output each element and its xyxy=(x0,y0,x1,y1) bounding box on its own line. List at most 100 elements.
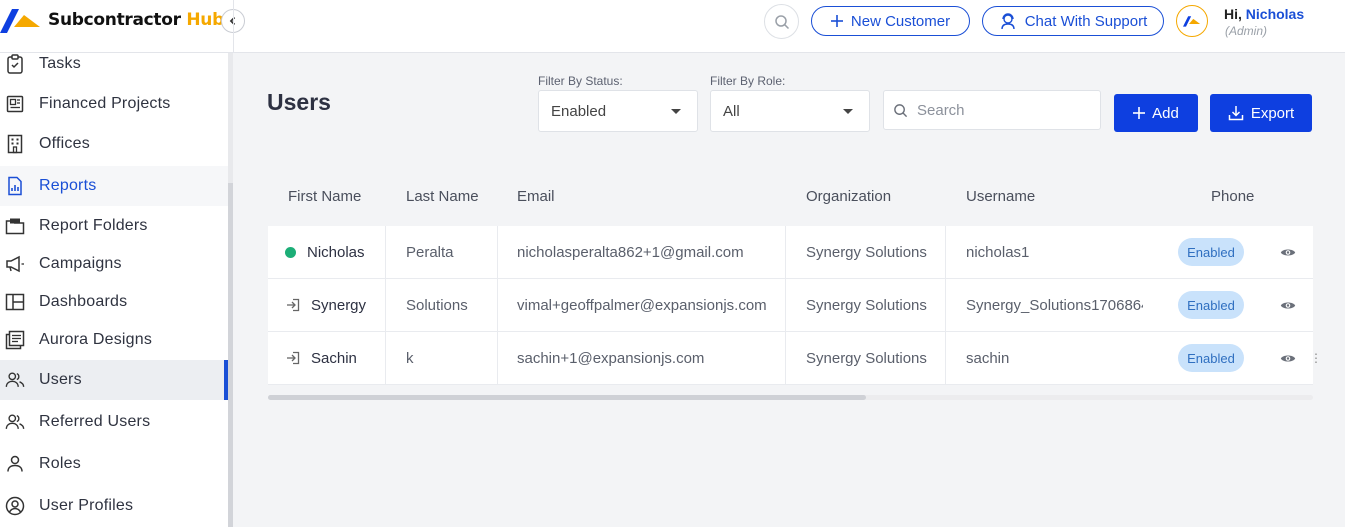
logo-mark-icon xyxy=(0,7,42,33)
sidebar-item-label: Offices xyxy=(39,135,90,152)
support-agent-icon xyxy=(1001,13,1015,30)
user-profile-icon xyxy=(5,496,25,516)
filter-status-select[interactable]: Enabled xyxy=(538,90,698,132)
users-table: Nicholas Peralta nicholasperalta862+1@gm… xyxy=(268,226,1313,385)
export-button[interactable]: Export xyxy=(1210,94,1312,132)
column-divider xyxy=(497,279,498,331)
sidebar-item-user-profiles[interactable]: User Profiles xyxy=(0,486,228,526)
column-header-first-name[interactable]: First Name xyxy=(288,188,361,205)
global-search-button[interactable] xyxy=(764,4,799,39)
sidebar-item-label: Report Folders xyxy=(39,217,148,234)
sidebar-item-campaigns[interactable]: Campaigns xyxy=(0,244,228,284)
add-user-button[interactable]: Add xyxy=(1114,94,1198,132)
sidebar-item-report-folders[interactable]: Report Folders xyxy=(0,206,228,246)
first-name-cell: Nicholas xyxy=(268,226,385,278)
page-title: Users xyxy=(267,89,331,115)
sidebar-item-users[interactable]: Users xyxy=(0,360,228,400)
user-icon xyxy=(5,454,25,474)
table-horizontal-scrollbar-thumb[interactable] xyxy=(268,395,866,400)
column-divider xyxy=(497,332,498,384)
view-eye-icon[interactable] xyxy=(1280,350,1296,366)
login-icon xyxy=(286,351,300,365)
sidebar-item-aurora-designs[interactable]: Aurora Designs xyxy=(0,320,228,360)
table-row[interactable]: Sachin k sachin+1@expansionjs.com Synerg… xyxy=(268,332,1313,385)
dashboard-icon xyxy=(5,292,25,312)
filter-status-value: Enabled xyxy=(551,102,607,120)
users-icon xyxy=(5,370,25,390)
sidebar-item-roles[interactable]: Roles xyxy=(0,444,228,484)
table-row[interactable]: Nicholas Peralta nicholasperalta862+1@gm… xyxy=(268,226,1313,279)
view-eye-icon[interactable] xyxy=(1280,297,1296,313)
column-header-organization[interactable]: Organization xyxy=(806,188,891,205)
filter-role-select[interactable]: All xyxy=(710,90,870,132)
online-status-dot xyxy=(285,246,296,258)
report-chart-icon xyxy=(5,176,25,196)
sidebar-item-label: Reports xyxy=(39,177,97,194)
filter-status-label: Filter By Status: xyxy=(538,74,623,88)
column-divider xyxy=(385,226,386,278)
plus-icon xyxy=(1133,107,1146,119)
search-field[interactable] xyxy=(883,90,1101,130)
organization-cell: Synergy Solutions xyxy=(806,296,927,314)
column-header-phone[interactable]: Phone xyxy=(1211,188,1254,205)
table-row[interactable]: Synergy Solutions vimal+geoffpalmer@expa… xyxy=(268,279,1313,332)
sidebar-item-financed-projects[interactable]: Financed Projects xyxy=(0,84,228,124)
building-icon xyxy=(5,134,25,154)
plus-icon xyxy=(830,15,843,27)
user-role: (Admin) xyxy=(1225,24,1268,38)
brand-logo[interactable]: Subcontractor Hub xyxy=(0,6,224,34)
user-greeting[interactable]: Hi, Nicholas xyxy=(1224,6,1304,22)
sidebar-item-label: Financed Projects xyxy=(39,95,171,112)
column-divider xyxy=(785,332,786,384)
sidebar-item-offices[interactable]: Offices xyxy=(0,124,228,164)
last-name-cell: k xyxy=(406,349,414,367)
caret-down-icon xyxy=(671,109,681,114)
sidebar-item-label: Campaigns xyxy=(39,255,122,272)
export-label: Export xyxy=(1250,104,1295,122)
chat-support-label: Chat With Support xyxy=(1024,12,1148,30)
design-document-icon xyxy=(5,330,25,350)
filter-role-label: Filter By Role: xyxy=(710,74,786,88)
organization-cell: Synergy Solutions xyxy=(806,243,927,261)
organization-cell: Synergy Solutions xyxy=(806,349,927,367)
username-cell: nicholas1 xyxy=(966,243,1030,261)
column-header-username[interactable]: Username xyxy=(966,188,1035,205)
folder-icon xyxy=(5,216,25,236)
download-icon xyxy=(1228,106,1244,121)
filter-role-value: All xyxy=(723,102,740,120)
status-badge: Enabled xyxy=(1178,344,1244,372)
column-header-email[interactable]: Email xyxy=(517,188,555,205)
username-cell: sachin xyxy=(966,349,1010,367)
first-name-cell: Synergy xyxy=(268,279,385,331)
sidebar-item-label: Roles xyxy=(39,455,81,472)
column-divider xyxy=(945,332,946,384)
sidebar-item-reports[interactable]: Reports xyxy=(0,166,228,206)
referred-users-icon xyxy=(5,412,25,432)
avatar[interactable] xyxy=(1176,5,1208,37)
search-input[interactable] xyxy=(917,101,1087,119)
avatar-logo-icon xyxy=(1183,16,1201,27)
caret-down-icon xyxy=(843,109,853,114)
more-options-icon[interactable]: ⋮ xyxy=(1310,351,1322,365)
sidebar-item-label: User Profiles xyxy=(39,497,134,514)
column-header-last-name[interactable]: Last Name xyxy=(406,188,479,205)
email-cell: sachin+1@expansionjs.com xyxy=(517,349,705,367)
email-cell: nicholasperalta862+1@gmail.com xyxy=(517,243,744,261)
sidebar-item-dashboards[interactable]: Dashboards xyxy=(0,282,228,322)
column-divider xyxy=(497,226,498,278)
header-divider xyxy=(233,0,234,53)
username-cell: Synergy_Solutions1706864 xyxy=(966,296,1143,314)
brand-name: Subcontractor Hub xyxy=(48,10,224,30)
column-divider xyxy=(785,279,786,331)
sidebar-item-label: Dashboards xyxy=(39,293,128,310)
sidebar-item-label: Referred Users xyxy=(39,413,151,430)
status-badge: Enabled xyxy=(1178,291,1244,319)
sidebar-scrollbar-thumb[interactable] xyxy=(228,183,233,527)
chat-support-button[interactable]: Chat With Support xyxy=(982,6,1164,36)
new-customer-button[interactable]: New Customer xyxy=(811,6,970,36)
search-icon xyxy=(894,103,908,117)
document-grid-icon xyxy=(5,94,25,114)
sidebar-item-referred-users[interactable]: Referred Users xyxy=(0,402,228,442)
sidebar-item-tasks[interactable]: Tasks xyxy=(0,53,228,84)
view-eye-icon[interactable] xyxy=(1280,244,1296,260)
